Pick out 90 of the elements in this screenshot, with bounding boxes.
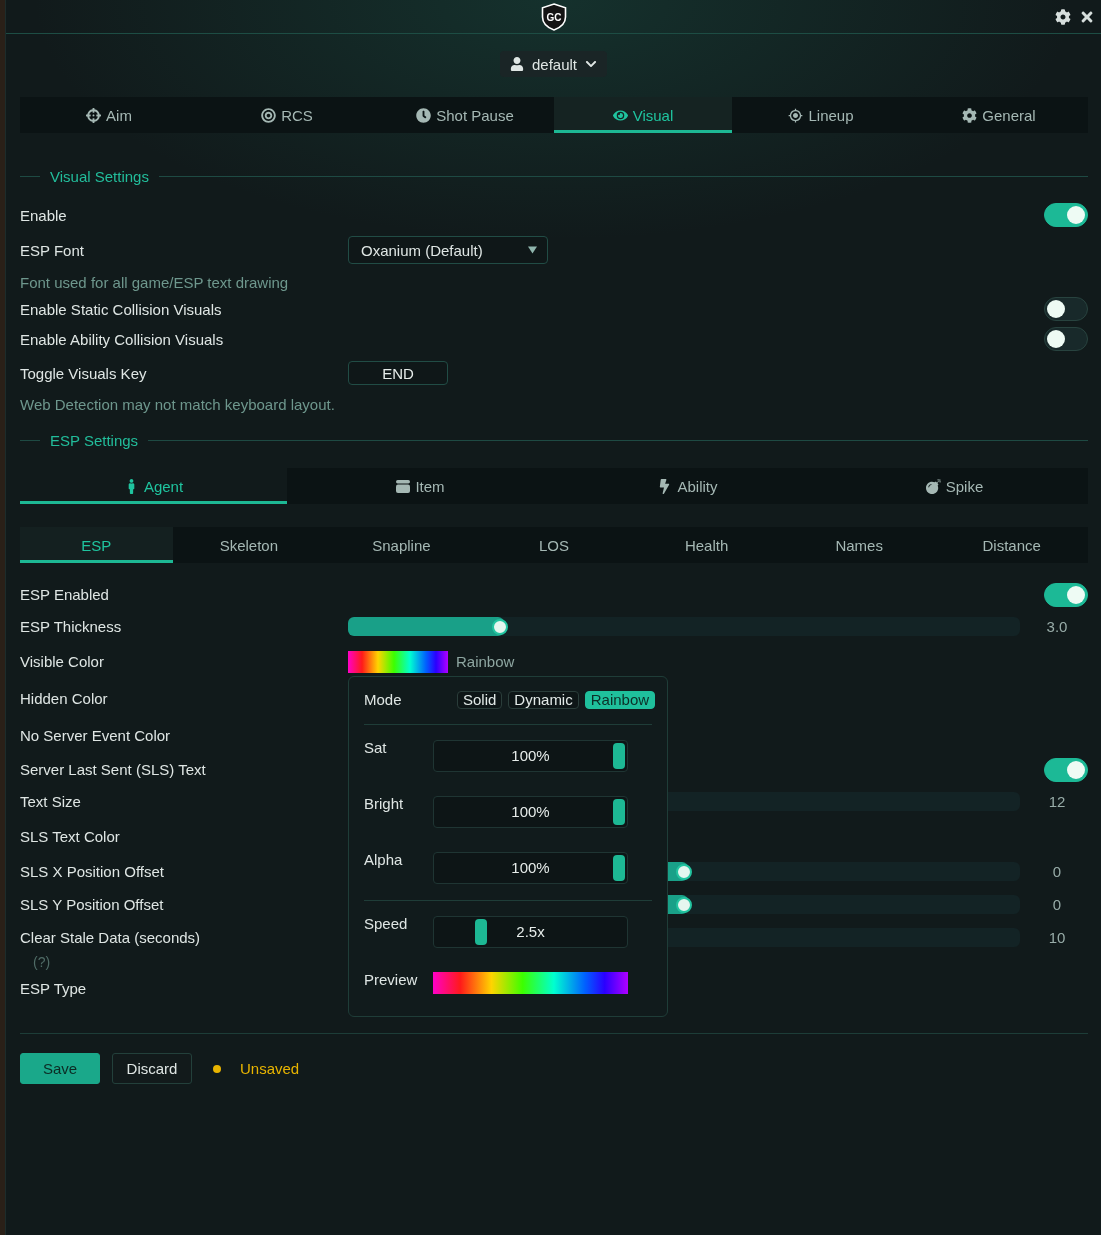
main-tab[interactable]: General [910, 97, 1088, 133]
category-tab[interactable]: Spike [821, 468, 1088, 504]
setting-label: ESP Type [20, 980, 88, 997]
main-tab[interactable]: RCS [198, 97, 376, 133]
sub-tab[interactable]: Distance [935, 527, 1088, 563]
setting-label: Server Last Sent (SLS) Text [20, 761, 207, 778]
slider-value: 100% [511, 859, 550, 876]
slider-field[interactable]: 100% [433, 795, 628, 828]
section-title: ESP Settings [50, 431, 139, 449]
setting-label: Enable Ability Collision Visuals [20, 330, 225, 348]
setting-label: SLS Text Color [20, 828, 121, 845]
slider-value: 0 [1051, 896, 1063, 913]
color-mode-text: Rainbow [456, 653, 515, 670]
slider-value: 100% [511, 747, 550, 764]
mode-label: Mode [364, 691, 403, 708]
slider-field[interactable]: 2.5x [433, 915, 628, 948]
mode-option[interactable]: Dynamic [508, 690, 579, 709]
slider-value: 3.0 [1045, 618, 1069, 635]
hint-text: Font used for all game/ESP text drawing [20, 273, 289, 291]
category-tab[interactable]: Item [287, 468, 554, 504]
slider-handle[interactable] [613, 854, 625, 881]
box-icon [396, 479, 411, 493]
setting-label: SLS X Position Offset [20, 863, 165, 880]
main-tab[interactable]: Lineup [732, 97, 910, 133]
toggle-switch[interactable] [1044, 757, 1088, 782]
setting-label: SLS Y Position Offset [20, 896, 165, 913]
clock-icon [416, 107, 432, 123]
main-tab[interactable]: Shot Pause [376, 97, 554, 133]
slider-field[interactable]: 100% [433, 851, 628, 884]
toggle-switch[interactable] [1044, 582, 1088, 607]
sub-tab[interactable]: LOS [477, 527, 631, 563]
sub-tab[interactable]: Health [630, 527, 783, 563]
font-dropdown[interactable]: Oxanium (Default) [348, 236, 548, 264]
setting-label: Text Size [20, 793, 82, 810]
profile-selector[interactable]: default [499, 51, 607, 77]
chevron-down-icon [585, 58, 597, 70]
toggle-switch[interactable] [1044, 203, 1088, 227]
settings-icon[interactable] [1055, 8, 1071, 25]
main-tab[interactable]: Visual [554, 97, 732, 133]
save-button[interactable]: Save [20, 1053, 100, 1084]
slider-field[interactable]: 100% [433, 739, 628, 772]
slider-handle[interactable] [613, 798, 625, 825]
slider-track[interactable] [348, 617, 1020, 636]
setting-label: ESP Thickness [20, 618, 123, 635]
preview-label: Preview [364, 971, 419, 988]
section-title: Visual Settings [50, 167, 149, 185]
discard-button[interactable]: Discard [112, 1053, 192, 1084]
rainbow-swatch[interactable] [348, 650, 448, 673]
setting-label: ESP Font [20, 241, 85, 259]
crosshair-icon [86, 107, 102, 123]
gear-icon [962, 107, 978, 123]
toggle-switch[interactable] [1044, 327, 1088, 351]
sub-tab[interactable]: Names [782, 527, 936, 563]
setting-label: Enable [20, 206, 68, 224]
slider-value: 100% [511, 803, 550, 820]
setting-label: Enable Static Collision Visuals [20, 300, 223, 318]
main-tab[interactable]: Aim [20, 97, 198, 133]
slider-handle[interactable] [474, 918, 487, 945]
slider-label: Speed [364, 915, 409, 932]
status-text: Unsaved [240, 1060, 300, 1077]
target-icon [261, 107, 277, 123]
keybind-button[interactable]: END [348, 361, 448, 385]
shield-logo: GC [540, 2, 567, 31]
sub-tab[interactable]: Skeleton [172, 527, 326, 563]
hint-text: Web Detection may not match keyboard layout. [20, 395, 335, 413]
setting-label: Toggle Visuals Key [20, 364, 148, 382]
slider-handle[interactable] [613, 742, 625, 769]
slider-label: Alpha [364, 851, 404, 868]
bomb-icon [925, 478, 941, 494]
caret-icon [528, 246, 537, 254]
setting-label: Hidden Color [20, 690, 109, 707]
sub-tab[interactable]: ESP [20, 527, 173, 563]
slider-label: Bright [364, 795, 405, 812]
slider-value: 2.5x [516, 923, 545, 940]
mode-option[interactable]: Rainbow [584, 690, 656, 709]
user-icon [509, 57, 524, 71]
category-tab[interactable]: Ability [554, 468, 821, 504]
slider-value: 12 [1047, 793, 1067, 810]
setting-label: ESP Enabled [20, 586, 110, 603]
category-tab[interactable]: Agent [20, 468, 287, 504]
location-icon [788, 107, 804, 123]
toggle-switch[interactable] [1044, 297, 1088, 321]
mode-option[interactable]: Solid [457, 690, 503, 709]
setting-label: Clear Stale Data (seconds) [20, 929, 202, 946]
setting-label: Visible Color [20, 653, 105, 670]
slider-value: 10 [1047, 929, 1067, 946]
slider-label: Sat [364, 739, 388, 756]
sub-tab[interactable]: Snapline [325, 527, 478, 563]
slider-value: 0 [1051, 863, 1063, 880]
setting-label: No Server Event Color [20, 727, 172, 744]
